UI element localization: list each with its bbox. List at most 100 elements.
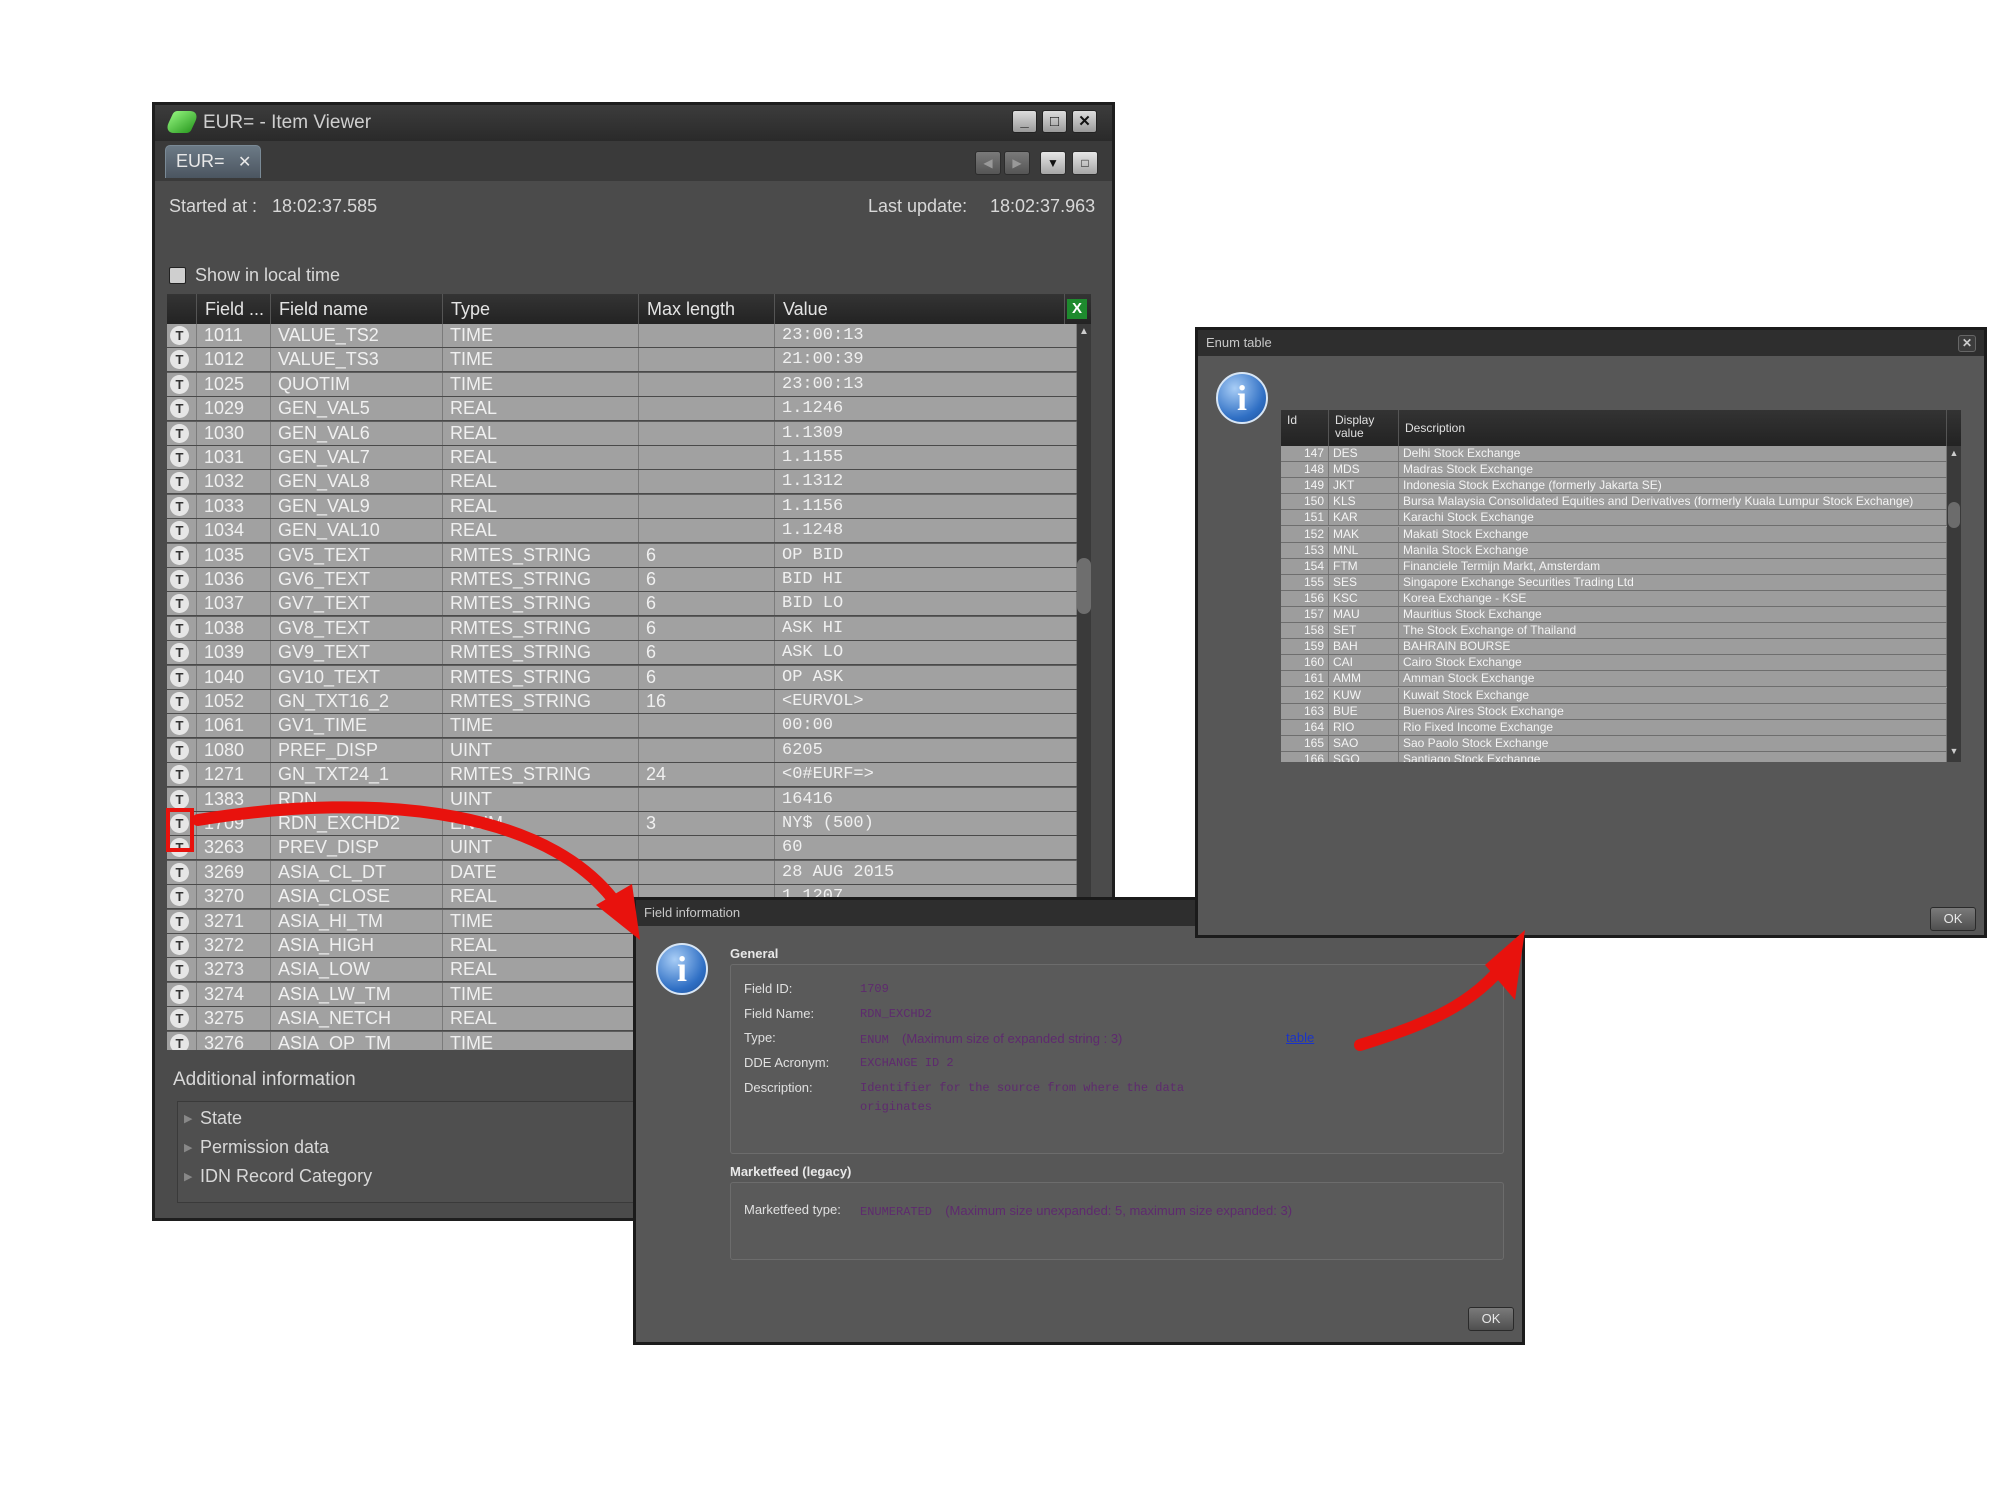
field-type-icon[interactable]: T (170, 911, 189, 931)
table-row[interactable]: T 3269 ASIA_CL_DT DATE 28 AUG 2015 (167, 860, 1077, 885)
field-type-icon[interactable]: T (170, 667, 189, 687)
field-type-icon[interactable]: T (170, 740, 189, 760)
field-type-icon[interactable]: T (170, 570, 189, 589)
enum-row[interactable]: 164 RIO Rio Fixed Income Exchange (1281, 719, 1947, 736)
table-row[interactable]: T 1052 GN_TXT16_2 RMTES_STRING 16 <EURVOL> (167, 690, 1077, 714)
enum-row[interactable]: 166 SGO Santiago Stock Exchange (1281, 751, 1947, 762)
table-row[interactable]: T 1025 QUOTIM TIME 23:00:13 (167, 372, 1077, 397)
table-row[interactable]: T 3263 PREV_DISP UINT 60 (167, 836, 1077, 861)
table-row[interactable]: T 1383 RDN_... UINT 16416 (167, 787, 1077, 812)
field-info-ok-button[interactable]: OK (1468, 1307, 1514, 1331)
enum-scrollbar[interactable]: ▲ ▼ (1947, 446, 1961, 762)
field-type-icon[interactable]: T (170, 594, 189, 614)
enum-row[interactable]: 155 SES Singapore Exchange Securities Trad… (1281, 574, 1947, 591)
maximize-icon[interactable]: □ (1042, 110, 1067, 133)
close-icon[interactable]: ✕ (1072, 110, 1097, 133)
tab-restore-icon[interactable]: □ (1072, 151, 1098, 175)
field-type-icon[interactable]: T (170, 618, 189, 638)
enum-table-link[interactable]: table (1286, 1030, 1314, 1045)
field-type-icon[interactable]: T (170, 521, 189, 541)
enum-row[interactable]: 153 MNL Manila Stock Exchange (1281, 542, 1947, 559)
enum-row[interactable]: 157 MAU Mauritius Stock Exchange (1281, 607, 1947, 623)
enum-row[interactable]: 161 AMM Amman Stock Exchange (1281, 671, 1947, 688)
enum-scroll-down-icon[interactable]: ▼ (1947, 746, 1961, 760)
tab-eur[interactable]: EUR= ✕ (165, 145, 261, 178)
field-type-icon[interactable]: T (170, 716, 189, 736)
enum-row[interactable]: 160 CAI Cairo Stock Exchange (1281, 655, 1947, 672)
table-row[interactable]: T 1031 GEN_VAL7 REAL 1.1155 (167, 446, 1077, 470)
field-type-icon[interactable]: T (170, 960, 189, 980)
table-row[interactable]: T 1033 GEN_VAL9 REAL 1.1156 (167, 494, 1077, 519)
table-row[interactable]: T 1038 GV8_TEXT RMTES_STRING 6 ASK HI (167, 616, 1077, 641)
minimize-icon[interactable]: _ (1012, 110, 1037, 133)
field-type-icon[interactable]: T (170, 936, 189, 955)
table-row[interactable]: T 1271 GN_TXT24_1 RMTES_STRING 24 <0#EURF=> (167, 763, 1077, 788)
field-type-icon[interactable]: T (170, 472, 189, 492)
table-row[interactable]: T 1034 GEN_VAL10 REAL 1.1248 (167, 519, 1077, 544)
table-row[interactable]: T 1061 GV1_TIME TIME 00:00 (167, 714, 1077, 739)
scroll-up-icon[interactable]: ▲ (1077, 326, 1091, 340)
excel-export-icon[interactable]: X (1067, 299, 1087, 319)
field-type-icon[interactable]: T (170, 887, 189, 907)
col-value[interactable]: Value (775, 294, 1065, 324)
tab-list-icon[interactable]: ▼ (1040, 151, 1066, 175)
field-type-icon[interactable]: T (170, 350, 189, 370)
table-row[interactable]: T 1030 GEN_VAL6 REAL 1.1309 (167, 421, 1077, 446)
table-row[interactable]: T 1040 GV10_TEXT RMTES_STRING 6 OP ASK (167, 665, 1077, 690)
fields-scroll-thumb[interactable] (1077, 558, 1091, 614)
col-field-name[interactable]: Field name (271, 294, 443, 324)
enum-row[interactable]: 158 SET The Stock Exchange of Thailand (1281, 623, 1947, 640)
enum-row[interactable]: 163 BUE Buenos Aires Stock Exchange (1281, 703, 1947, 720)
enum-row[interactable]: 150 KLS Bursa Malaysia Consolidated Equiti… (1281, 494, 1947, 511)
field-type-icon[interactable]: T (170, 374, 189, 394)
addl-item-idn[interactable]: ▶ IDN Record Category (184, 1166, 372, 1187)
table-row[interactable]: T 1011 VALUE_TS2 TIME 23:00:13 (167, 324, 1077, 348)
addl-item-state[interactable]: ▶ State (184, 1108, 242, 1129)
col-enum-id[interactable]: Id (1281, 410, 1329, 446)
enum-row[interactable]: 154 FTM Financiele Termijn Markt, Amsterda… (1281, 558, 1947, 575)
table-row[interactable]: T 1039 GV9_TEXT RMTES_STRING 6 ASK LO (167, 641, 1077, 666)
col-description[interactable]: Description (1399, 410, 1947, 446)
table-row[interactable]: T 1035 GV5_TEXT RMTES_STRING 6 OP BID (167, 543, 1077, 568)
enum-close-icon[interactable]: ✕ (1958, 335, 1976, 352)
enum-row[interactable]: 159 BAH BAHRAIN BOURSE (1281, 639, 1947, 656)
field-type-icon[interactable]: T (170, 423, 189, 443)
field-type-icon[interactable]: T (170, 1033, 189, 1050)
table-row[interactable]: T 1080 PREF_DISP UINT 6205 (167, 738, 1077, 763)
col-field-id[interactable]: Field ... (197, 294, 271, 324)
enum-row[interactable]: 147 DES Delhi Stock Exchange (1281, 446, 1947, 462)
tab-close-icon[interactable]: ✕ (238, 152, 251, 172)
table-row[interactable]: T 1032 GEN_VAL8 REAL 1.1312 (167, 470, 1077, 495)
enum-row[interactable]: 151 KAR Karachi Stock Exchange (1281, 510, 1947, 527)
enum-table-title[interactable]: Enum table (1198, 330, 1984, 356)
enum-ok-button[interactable]: OK (1930, 907, 1976, 931)
tab-right-icon[interactable]: ▶ (1004, 151, 1030, 175)
field-type-icon[interactable]: T (170, 643, 189, 663)
field-type-icon[interactable]: T (170, 496, 189, 516)
field-type-icon[interactable]: T (170, 984, 189, 1004)
addl-item-permission[interactable]: ▶ Permission data (184, 1137, 329, 1158)
field-type-icon[interactable]: T (170, 692, 189, 711)
tab-left-icon[interactable]: ◀ (975, 151, 1001, 175)
field-type-icon[interactable]: T (170, 1009, 189, 1029)
table-row[interactable]: T 1012 VALUE_TS3 TIME 21:00:39 (167, 348, 1077, 373)
enum-row[interactable]: 156 KSC Korea Exchange - KSE (1281, 590, 1947, 607)
enum-row[interactable]: 152 MAK Makati Stock Exchange (1281, 526, 1947, 543)
field-type-icon[interactable]: T (170, 326, 189, 345)
col-type[interactable]: Type (443, 294, 639, 324)
field-type-icon[interactable]: T (170, 765, 189, 785)
table-row[interactable]: T 1037 GV7_TEXT RMTES_STRING 6 BID LO (167, 592, 1077, 617)
field-type-icon[interactable]: T (170, 399, 189, 419)
table-row[interactable]: T 1029 GEN_VAL5 REAL 1.1246 (167, 397, 1077, 422)
table-row[interactable]: T 1036 GV6_TEXT RMTES_STRING 6 BID HI (167, 568, 1077, 592)
field-type-icon[interactable]: T (170, 862, 189, 882)
viewer-title-bar[interactable]: EUR= - Item Viewer _ □ ✕ (155, 105, 1112, 141)
enum-row[interactable]: 165 SAO Sao Paolo Stock Exchange (1281, 735, 1947, 752)
col-max-length[interactable]: Max length (639, 294, 775, 324)
col-display-value[interactable]: Display value (1329, 410, 1399, 446)
local-time-checkbox[interactable] (169, 267, 186, 284)
enum-row[interactable]: 148 MDS Madras Stock Exchange (1281, 462, 1947, 479)
field-type-icon[interactable]: T (170, 545, 189, 565)
enum-row[interactable]: 162 KUW Kuwait Stock Exchange (1281, 687, 1947, 704)
field-type-icon[interactable]: T (170, 789, 189, 809)
